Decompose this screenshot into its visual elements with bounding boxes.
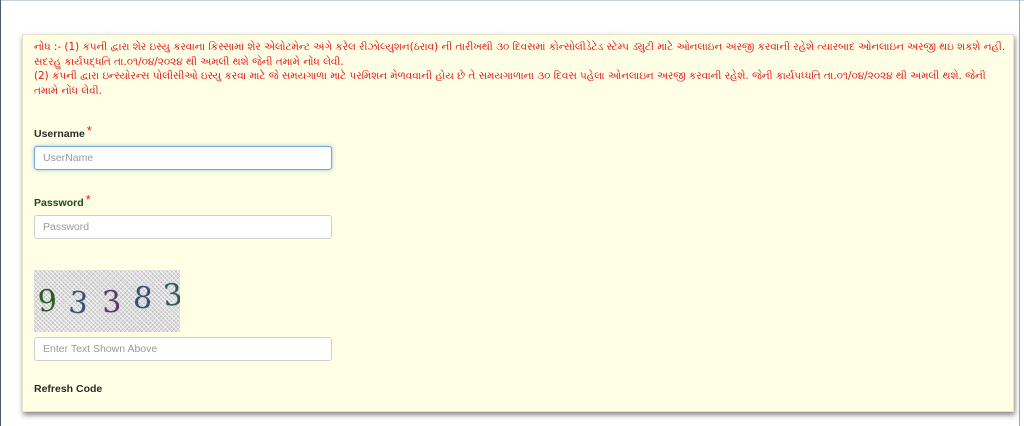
captcha-char: 9: [36, 283, 60, 320]
refresh-code-link[interactable]: Refresh Code: [34, 383, 102, 395]
captcha-image: 9 3 3 8 3 0: [34, 270, 180, 332]
window-top-border: [0, 0, 1024, 1]
captcha-char: 3: [101, 284, 124, 321]
username-input[interactable]: [34, 146, 332, 170]
login-panel: નોંધ :- (1) કંપની દ્વારા શેર ઇસ્યુ કરવાન…: [22, 34, 1014, 412]
username-label-text: Username: [34, 128, 85, 140]
captcha-char: 8: [131, 280, 155, 317]
password-input[interactable]: [34, 215, 332, 239]
captcha-char: 3: [66, 285, 91, 322]
username-required-mark: *: [86, 123, 92, 138]
password-label-text: Password: [34, 197, 84, 209]
window-right-border: [1019, 0, 1020, 426]
window-left-border: [0, 0, 1, 426]
notice-line-1: નોંધ :- (1) કંપની દ્વારા શેર ઇસ્યુ કરવાન…: [34, 41, 1006, 68]
notice-text: નોંધ :- (1) કંપની દ્વારા શેર ઇસ્યુ કરવાન…: [34, 40, 1009, 98]
password-label: Password *: [34, 192, 91, 209]
captcha-char: 3: [161, 277, 180, 314]
password-required-mark: *: [85, 192, 91, 207]
captcha-text: 9 3 3 8 3 0: [36, 277, 180, 322]
username-label: Username *: [34, 123, 92, 140]
captcha-input[interactable]: [34, 337, 332, 361]
notice-line-2: (2) કંપની દ્વારા ઇન્સ્યોરન્સ પોલીસીઓ ઇસ્…: [34, 70, 986, 97]
